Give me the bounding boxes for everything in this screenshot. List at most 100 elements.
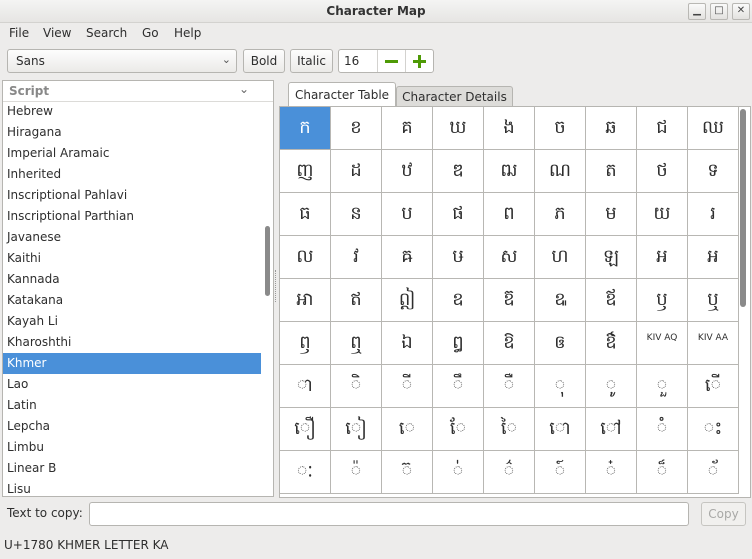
character-cell[interactable]: ា [280, 365, 331, 408]
character-cell[interactable]: ឿ [280, 408, 331, 451]
character-cell[interactable]: ច [535, 107, 586, 150]
script-list-item[interactable]: Limbu [3, 437, 261, 458]
script-list-item[interactable]: Imperial Aramaic [3, 143, 261, 164]
character-cell[interactable]: ឪ [586, 279, 637, 322]
character-cell[interactable]: ឃ [433, 107, 484, 150]
character-cell[interactable]: ង [484, 107, 535, 150]
character-cell[interactable]: យ [637, 193, 688, 236]
character-cell[interactable]: ៀ [331, 408, 382, 451]
character-cell[interactable]: ឩ [535, 279, 586, 322]
minus-icon[interactable] [377, 50, 406, 72]
character-cell[interactable]: ឧ [433, 279, 484, 322]
minimize-icon[interactable]: ▁ [688, 3, 706, 20]
font-family-select[interactable]: Sans ⌄ [7, 49, 237, 73]
plus-icon[interactable] [405, 50, 434, 72]
character-cell[interactable]: ឋ [382, 150, 433, 193]
character-cell[interactable]: ៎ [586, 451, 637, 494]
character-cell[interactable]: ើ [688, 365, 739, 408]
character-cell[interactable]: ី [382, 365, 433, 408]
character-cell[interactable]: ឨ [484, 279, 535, 322]
character-cell[interactable]: ស [484, 236, 535, 279]
character-cell[interactable]: វ [331, 236, 382, 279]
character-cell[interactable]: ឈ [688, 107, 739, 150]
character-cell[interactable]: ឣ [688, 236, 739, 279]
script-list-item[interactable]: Hebrew [3, 101, 261, 122]
character-cell[interactable]: KIV AA [688, 322, 739, 365]
script-list[interactable]: Script ⌄ Hebrew Hiragana Imperial Aramaic I… [2, 80, 274, 497]
character-cell[interactable]: ៏ [637, 451, 688, 494]
character-cell[interactable]: ិ [331, 365, 382, 408]
character-cell[interactable]: ភ [535, 193, 586, 236]
font-size-value[interactable]: 16 [344, 54, 359, 68]
character-cell[interactable]: ះ [688, 408, 739, 451]
character-cell[interactable]: ឱ [484, 322, 535, 365]
character-cell[interactable]: ឯ [382, 322, 433, 365]
character-cell[interactable]: ឆ [586, 107, 637, 150]
font-size-spinner[interactable]: 16 [338, 49, 434, 73]
bold-button[interactable]: Bold [243, 49, 285, 73]
character-cell[interactable]: ឞ [433, 236, 484, 279]
character-cell[interactable]: ៉ [331, 451, 382, 494]
character-cell[interactable]: ឫ [637, 279, 688, 322]
character-cell[interactable]: ឲ [535, 322, 586, 365]
character-cell[interactable]: ំ [637, 408, 688, 451]
character-cell[interactable]: ជ [637, 107, 688, 150]
character-cell[interactable]: អ [637, 236, 688, 279]
maximize-icon[interactable]: □ [710, 3, 728, 20]
chevron-down-icon[interactable]: ⌄ [239, 82, 249, 96]
menu-view[interactable]: View [43, 26, 71, 40]
character-cell[interactable]: ឹ [433, 365, 484, 408]
character-cell[interactable]: ណ [535, 150, 586, 193]
menu-help[interactable]: Help [174, 26, 201, 40]
menu-go[interactable]: Go [142, 26, 159, 40]
tab-character-table[interactable]: Character Table [288, 82, 396, 107]
character-cell[interactable]: រ [688, 193, 739, 236]
script-list-item[interactable]: Lepcha [3, 416, 261, 437]
menu-file[interactable]: File [9, 26, 29, 40]
script-list-item[interactable]: Lao [3, 374, 261, 395]
character-cell[interactable]: េ [382, 408, 433, 451]
character-cell[interactable]: ខ [331, 107, 382, 150]
script-list-item[interactable]: Kaithi [3, 248, 261, 269]
character-cell[interactable]: ឌ [433, 150, 484, 193]
character-cell[interactable]: ន [331, 193, 382, 236]
script-list-header[interactable]: Script ⌄ [3, 81, 273, 102]
character-cell[interactable]: ឦ [382, 279, 433, 322]
character-cell[interactable]: ឭ [280, 322, 331, 365]
tab-character-details[interactable]: Character Details [396, 86, 513, 106]
script-list-item[interactable]: Hiragana [3, 122, 261, 143]
script-list-item[interactable]: Lisu [3, 479, 261, 496]
character-cell[interactable]: ព [484, 193, 535, 236]
italic-button[interactable]: Italic [290, 49, 333, 73]
script-list-item[interactable]: Inscriptional Pahlavi [3, 185, 261, 206]
character-cell[interactable]: ឬ [688, 279, 739, 322]
character-cell[interactable]: ឥ [331, 279, 382, 322]
character-cell[interactable]: ៅ [586, 408, 637, 451]
script-list-item[interactable]: Kannada [3, 269, 261, 290]
character-cell[interactable]: ៊ [382, 451, 433, 494]
character-cell[interactable]: ុ [535, 365, 586, 408]
character-cell[interactable]: ឤ [280, 279, 331, 322]
character-cell[interactable]: ត [586, 150, 637, 193]
character-cell[interactable]: ់ [433, 451, 484, 494]
character-cell[interactable]: ថ [637, 150, 688, 193]
character-cell[interactable]: ល [280, 236, 331, 279]
character-cell[interactable]: ដ [331, 150, 382, 193]
character-cell[interactable]: ម [586, 193, 637, 236]
script-list-item[interactable]: Kharoshthi [3, 332, 261, 353]
script-list-item[interactable]: Katakana [3, 290, 261, 311]
character-cell[interactable]: ទ [688, 150, 739, 193]
copy-button[interactable]: Copy [701, 502, 746, 526]
character-cell[interactable]: ឰ [433, 322, 484, 365]
character-cell[interactable]: ញ [280, 150, 331, 193]
character-cell[interactable]: ៌ [484, 451, 535, 494]
character-cell[interactable]: ឺ [484, 365, 535, 408]
character-cell[interactable]: គ [382, 107, 433, 150]
character-cell[interactable]: ប [382, 193, 433, 236]
character-cell[interactable]: ឝ [382, 236, 433, 279]
character-cell[interactable]: ឍ [484, 150, 535, 193]
script-list-item[interactable]: Khmer [3, 353, 261, 374]
character-cell[interactable]: ឡ [586, 236, 637, 279]
character-cell[interactable]: KIV AQ [637, 322, 688, 365]
script-list-item[interactable]: Inherited [3, 164, 261, 185]
